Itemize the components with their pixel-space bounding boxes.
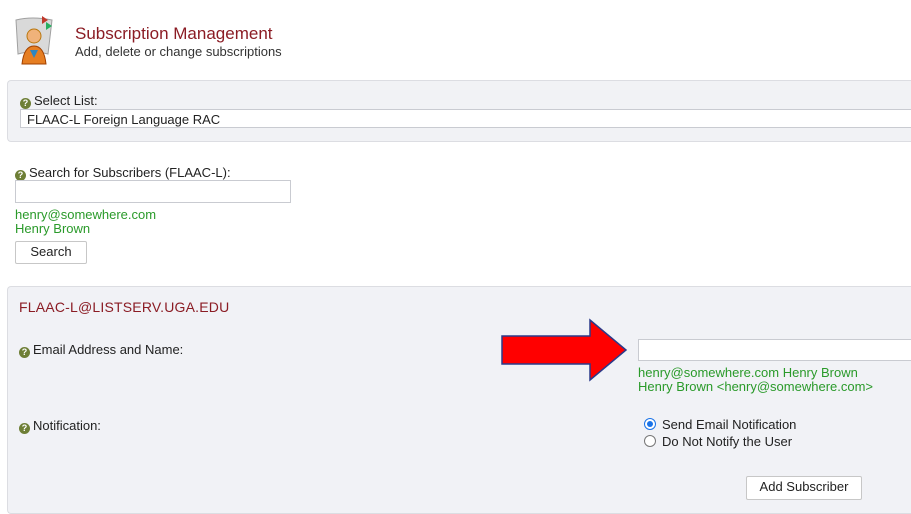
- email-example-1: henry@somewhere.com Henry Brown: [638, 365, 858, 380]
- page-header: Subscription Management Add, delete or c…: [0, 0, 911, 72]
- search-example-email: henry@somewhere.com: [15, 207, 157, 222]
- select-list-label: ? Select List:: [20, 93, 98, 109]
- list-address-heading: FLAAC-L@LISTSERV.UGA.EDU: [19, 299, 230, 315]
- help-icon[interactable]: ?: [19, 347, 30, 358]
- notification-label-text: Notification:: [33, 418, 101, 433]
- radio-send-notification[interactable]: Send Email Notification: [644, 417, 796, 432]
- add-subscriber-button[interactable]: Add Subscriber: [746, 476, 862, 500]
- radio-do-not-notify[interactable]: Do Not Notify the User: [644, 434, 792, 449]
- search-label-text: Search for Subscribers (FLAAC-L):: [29, 165, 231, 180]
- radio-send-label: Send Email Notification: [662, 417, 797, 432]
- help-icon[interactable]: ?: [20, 98, 31, 109]
- page-title: Subscription Management: [75, 24, 273, 43]
- red-arrow-annotation: [501, 318, 628, 382]
- page-subtitle: Add, delete or change subscriptions: [75, 44, 282, 59]
- select-list-panel: ? Select List: FLAAC-L Foreign Language R…: [7, 80, 911, 142]
- email-name-input[interactable]: [638, 339, 911, 361]
- radio-button-selected[interactable]: [644, 418, 656, 430]
- search-label: ? Search for Subscribers (FLAAC-L):: [15, 165, 231, 181]
- help-icon[interactable]: ?: [19, 423, 30, 434]
- radio-button[interactable]: [644, 435, 656, 447]
- list-select[interactable]: FLAAC-L Foreign Language RAC: [20, 109, 911, 128]
- select-list-label-text: Select List:: [34, 93, 98, 108]
- radio-no-notify-label: Do Not Notify the User: [662, 434, 793, 449]
- user-subscription-icon: [15, 16, 53, 65]
- notification-label: ? Notification:: [19, 418, 101, 434]
- email-label-text: Email Address and Name:: [33, 342, 184, 357]
- email-label: ? Email Address and Name:: [19, 342, 183, 358]
- search-example-name: Henry Brown: [15, 221, 91, 236]
- email-example-2: Henry Brown <henry@somewhere.com>: [638, 379, 874, 394]
- search-button[interactable]: Search: [15, 241, 87, 264]
- search-input[interactable]: [15, 180, 291, 203]
- add-subscriber-panel: FLAAC-L@LISTSERV.UGA.EDU ? Email Address …: [7, 286, 911, 514]
